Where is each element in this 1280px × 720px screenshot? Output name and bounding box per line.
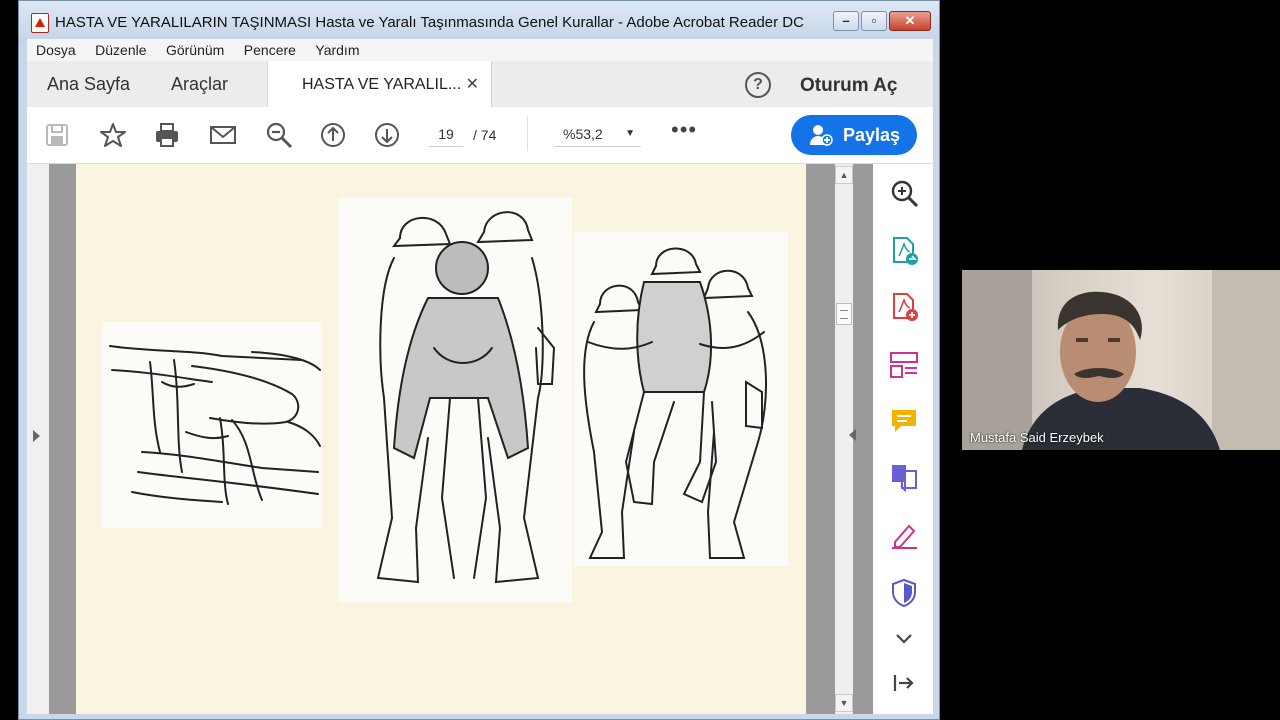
document-tab-label: HASTA VE YARALIL...: [302, 76, 462, 93]
menu-duzenle[interactable]: Düzenle: [95, 42, 146, 58]
chevron-down-icon: ▼: [625, 128, 635, 139]
menu-yardim[interactable]: Yardım: [315, 42, 359, 58]
comment-icon[interactable]: [889, 406, 919, 436]
toolbar-divider: [527, 117, 528, 151]
save-icon[interactable]: [43, 121, 71, 149]
close-icon: ✕: [904, 13, 916, 28]
acrobat-logo-icon: [31, 13, 49, 33]
expand-tools-icon[interactable]: [889, 624, 919, 654]
signin-link[interactable]: Oturum Aç: [800, 75, 897, 97]
tab-home[interactable]: Ana Sayfa: [47, 74, 130, 95]
page-number-input[interactable]: 19: [429, 122, 463, 147]
export-pdf-icon[interactable]: [889, 236, 919, 266]
protect-icon[interactable]: [889, 578, 919, 608]
organize-pages-icon[interactable]: [889, 350, 919, 380]
webcam-person-image: [962, 270, 1280, 450]
fill-sign-icon[interactable]: [889, 520, 919, 550]
page-total: / 74: [473, 127, 497, 143]
combine-files-icon[interactable]: [889, 462, 919, 492]
mail-icon[interactable]: [209, 121, 237, 149]
maximize-button[interactable]: ▫: [861, 11, 887, 31]
print-icon[interactable]: [153, 121, 181, 149]
zoom-select[interactable]: %53,2 ▼: [555, 122, 641, 147]
share-label: Paylaş: [843, 125, 901, 145]
scroll-thumb[interactable]: [836, 303, 852, 325]
tab-bar: Ana Sayfa Araçlar HASTA VE YARALIL... ✕ …: [27, 61, 933, 108]
menu-bar: Dosya Düzenle Görünüm Pencere Yardım: [27, 39, 933, 61]
window-title: HASTA VE YARALILARIN TAŞINMASI Hasta ve …: [55, 14, 804, 31]
close-tab-icon[interactable]: ✕: [466, 74, 479, 94]
tab-tools[interactable]: Araçlar: [171, 74, 228, 95]
webcam-video-tile: Mustafa Said Erzeybek: [962, 270, 1280, 450]
left-panel-toggle[interactable]: [27, 164, 49, 714]
tools-pane: [873, 164, 933, 714]
seat-carry-illustration: [574, 232, 788, 566]
star-icon[interactable]: [99, 121, 127, 149]
create-pdf-icon[interactable]: [889, 292, 919, 322]
expand-left-icon: [33, 430, 40, 442]
zoom-search-icon[interactable]: [889, 178, 919, 208]
share-button[interactable]: Paylaş: [791, 115, 917, 155]
document-viewport[interactable]: ▲ ▼: [27, 164, 873, 714]
scroll-down-button[interactable]: ▼: [835, 694, 853, 712]
minimize-icon: –: [842, 13, 850, 28]
zoom-value: %53,2: [563, 126, 603, 142]
scroll-up-button[interactable]: ▲: [835, 166, 853, 184]
collapse-right-icon[interactable]: [849, 429, 856, 441]
pdf-page: [76, 164, 806, 714]
page-down-icon[interactable]: [373, 121, 401, 149]
acrobat-window: HASTA VE YARALILARIN TAŞINMASI Hasta ve …: [18, 0, 940, 720]
minimize-button[interactable]: –: [833, 11, 859, 31]
maximize-icon: ▫: [871, 13, 877, 28]
title-bar: HASTA VE YARALILARIN TAŞINMASI Hasta ve …: [19, 1, 939, 43]
participant-name: Mustafa Said Erzeybek: [970, 430, 1104, 445]
toolbar: 19 / 74 %53,2 ▼ ••• Paylaş: [27, 107, 933, 164]
add-user-icon: [810, 125, 833, 146]
menu-pencere[interactable]: Pencere: [244, 42, 296, 58]
hand-grip-illustration: [102, 322, 322, 528]
menu-gorunum[interactable]: Görünüm: [166, 42, 224, 58]
menu-dosya[interactable]: Dosya: [36, 42, 76, 58]
zoom-out-icon[interactable]: [265, 121, 293, 149]
tab-document[interactable]: HASTA VE YARALIL... ✕: [267, 61, 492, 107]
more-tools-button[interactable]: •••: [671, 117, 697, 143]
collapse-panel-icon[interactable]: [889, 668, 919, 698]
two-soldier-carry-illustration: [338, 198, 572, 602]
page-up-icon[interactable]: [319, 121, 347, 149]
close-button[interactable]: ✕: [889, 11, 931, 31]
help-icon[interactable]: ?: [745, 72, 771, 98]
